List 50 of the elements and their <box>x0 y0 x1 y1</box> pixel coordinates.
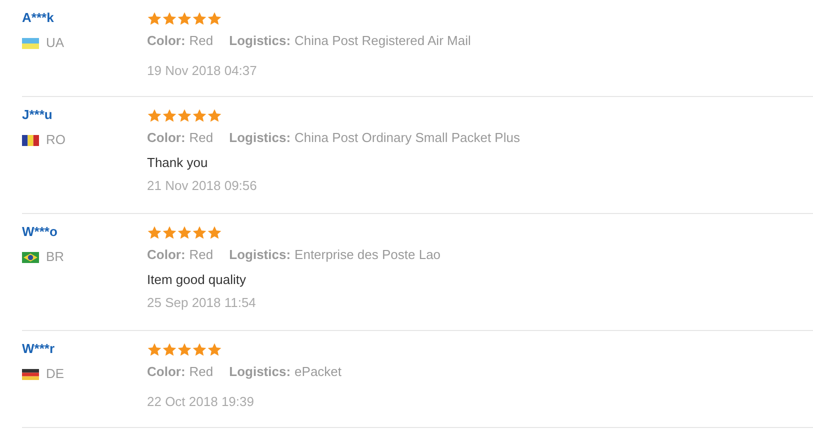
review-date: 19 Nov 2018 04:37 <box>147 62 258 80</box>
star-icon <box>162 342 177 356</box>
star-icon <box>207 224 222 240</box>
color-value: Red <box>189 246 214 264</box>
star-icon <box>177 342 192 356</box>
star-icon <box>147 224 162 240</box>
star-icon <box>147 342 162 356</box>
logistics-label: Logistics: <box>229 129 291 147</box>
review-text: Thank you <box>147 154 209 172</box>
review-date: 22 Oct 2018 19:39 <box>147 393 255 411</box>
color-label: Color: <box>147 32 186 50</box>
color-value: Red <box>189 129 214 147</box>
review-date: 21 Nov 2018 09:56 <box>147 177 258 195</box>
star-icon <box>177 10 192 26</box>
country-code: DE <box>46 365 64 383</box>
color-value: Red <box>189 32 214 50</box>
logistics-value: China Post Ordinary Small Packet Plus <box>294 129 520 147</box>
star-icon <box>192 10 207 26</box>
country-code: BR <box>46 248 64 266</box>
country-code: UA <box>46 34 64 52</box>
color-label: Color: <box>147 129 186 147</box>
star-icon <box>192 342 207 356</box>
logistics-label: Logistics: <box>229 363 291 381</box>
star-icon <box>207 342 222 356</box>
star-icon <box>147 108 162 122</box>
review-date: 25 Sep 2018 11:54 <box>147 294 257 312</box>
color-label: Color: <box>147 363 186 381</box>
star-icon <box>177 108 192 122</box>
logistics-label: Logistics: <box>229 32 291 50</box>
star-icon <box>192 108 207 122</box>
logistics-value: China Post Registered Air Mail <box>294 32 471 50</box>
buyer-name: A***k <box>22 9 55 27</box>
color-value: Red <box>189 363 214 381</box>
star-icon <box>162 10 177 26</box>
buyer-name: W***o <box>22 223 58 241</box>
color-label: Color: <box>147 246 186 264</box>
star-icon <box>207 10 222 26</box>
logistics-value: Enterprise des Poste Lao <box>294 246 441 264</box>
buyer-name: J***u <box>22 106 54 124</box>
star-icon <box>147 10 162 26</box>
star-icon <box>177 224 192 240</box>
country-code: RO <box>46 131 66 149</box>
review-text: Item good quality <box>147 271 248 289</box>
star-icon <box>162 108 177 122</box>
star-icon <box>162 224 177 240</box>
buyer-name: W***r <box>22 340 56 358</box>
logistics-label: Logistics: <box>229 246 291 264</box>
logistics-value: ePacket <box>294 363 342 381</box>
star-icon <box>192 224 207 240</box>
star-icon <box>207 108 222 122</box>
